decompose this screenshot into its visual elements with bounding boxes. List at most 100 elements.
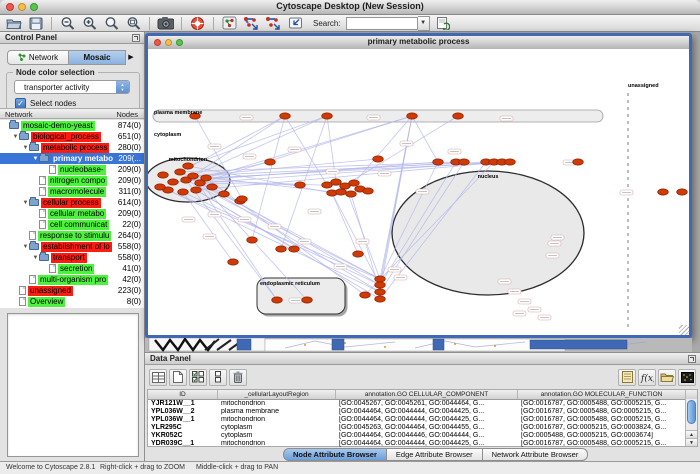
graph-node[interactable] — [360, 292, 371, 298]
graph-edge[interactable] — [412, 116, 438, 162]
table-row[interactable]: YPL036W__2plasma membrane[GO:0044464, GO… — [148, 408, 697, 416]
tab-edge-attribute-browser[interactable]: Edge Attribute Browser — [387, 448, 483, 461]
table-cell[interactable]: [GO:0044464, GO:0044446, GO:0044444, G..… — [336, 432, 518, 440]
attribute-editor-icon[interactable] — [618, 369, 636, 386]
birds-eye-view[interactable] — [7, 313, 139, 457]
graph-node[interactable] — [289, 246, 300, 252]
save-icon[interactable] — [27, 16, 44, 31]
table-column-header[interactable]: _cellularLayoutRegion — [218, 390, 336, 399]
tab-mosaic[interactable]: Mosaic — [69, 50, 126, 65]
graph-node[interactable] — [459, 159, 470, 165]
graph-node[interactable] — [573, 159, 584, 165]
graph-node[interactable] — [346, 191, 357, 197]
table-cell[interactable]: [GO:0016787, GO:0005488, GO:0005215, G..… — [518, 400, 686, 408]
table-cell[interactable]: [GO:0016787, GO:0005488, GO:0005215, G..… — [518, 440, 686, 448]
graph-node[interactable] — [505, 159, 516, 165]
graph-node[interactable] — [280, 113, 291, 119]
graph-node[interactable] — [353, 251, 364, 257]
table-cell[interactable]: [GO:0044464, GO:0044444, GO:0044425, G..… — [336, 408, 518, 416]
graph-node[interactable] — [407, 113, 418, 119]
table-column-header[interactable]: annotation.GO CELLULAR_COMPONENT — [336, 390, 518, 399]
graph-node[interactable] — [272, 297, 283, 303]
graph-edge[interactable] — [168, 190, 380, 292]
zoom-fit-icon[interactable] — [103, 16, 120, 31]
tree-row[interactable]: ▼transport558(0) — [0, 252, 144, 263]
graph-node[interactable] — [373, 156, 384, 162]
zoom-selected-icon[interactable] — [125, 16, 142, 31]
tree-row[interactable]: multi-organism pro42(0) — [0, 274, 144, 285]
table-cell[interactable]: mitochondrion — [218, 416, 336, 424]
graph-node[interactable] — [336, 189, 347, 195]
tree-row[interactable]: nucleobase-209(0) — [0, 164, 144, 175]
resize-grip[interactable] — [679, 325, 689, 335]
network-view-window[interactable]: primary metabolic process plasma membran… — [145, 33, 692, 338]
background-window-fragment[interactable] — [265, 339, 565, 351]
float-data-panel-icon[interactable] — [688, 355, 696, 363]
table-column-header[interactable]: ID — [148, 390, 218, 399]
graph-node[interactable] — [168, 179, 179, 185]
graph-node[interactable] — [201, 175, 212, 181]
tree-row[interactable]: secretion41(0) — [0, 263, 144, 274]
network-overlay-icon[interactable] — [221, 16, 238, 31]
table-row[interactable]: YKR052Ccytoplasm[GO:0044464, GO:0044446,… — [148, 432, 697, 440]
tree-row[interactable]: ▼establishment of lo558(0) — [0, 241, 144, 252]
graph-node[interactable] — [158, 172, 169, 178]
graph-node[interactable] — [331, 179, 342, 185]
import-attributes-icon[interactable] — [658, 369, 676, 386]
graph-node[interactable] — [178, 189, 189, 195]
layout-arrows-icon-1[interactable] — [243, 16, 260, 31]
float-panel-icon[interactable] — [132, 34, 140, 42]
attribute-wizard-icon[interactable] — [435, 16, 452, 31]
scrollbar-thumb[interactable] — [687, 400, 696, 424]
tree-row[interactable]: macromolecule311(0) — [0, 186, 144, 197]
graph-node[interactable] — [265, 159, 276, 165]
tab-network-attribute-browser[interactable]: Network Attribute Browser — [483, 448, 589, 461]
graph-node[interactable] — [207, 184, 218, 190]
table-cell[interactable]: [GO:0044464, GO:0044444, GO:0044425, G..… — [336, 440, 518, 448]
tree-row[interactable]: Overview8(0) — [0, 296, 144, 307]
tree-row[interactable]: unassigned223(0) — [0, 285, 144, 296]
table-cell[interactable]: plasma membrane — [218, 408, 336, 416]
tree-row[interactable]: mosaic-demo-yeast874(0) — [0, 120, 144, 131]
table-scrollbar[interactable]: ▲ ▼ — [685, 399, 697, 446]
table-cell[interactable]: [GO:0016787, GO:0005488, GO:0005215, G..… — [518, 408, 686, 416]
disclosure-triangle-icon[interactable]: ▼ — [12, 134, 19, 140]
table-row[interactable]: YJR121W__1mitochondrion[GO:0045267, GO:0… — [148, 400, 697, 408]
table-row[interactable]: YLR295Ccytoplasm[GO:0045263, GO:0044464,… — [148, 424, 697, 432]
graph-node[interactable] — [322, 113, 333, 119]
graph-node[interactable] — [349, 180, 360, 186]
table-cell[interactable]: cytoplasm — [218, 424, 336, 432]
graph-node[interactable] — [375, 296, 386, 302]
tree-row[interactable]: cellular metabo209(0) — [0, 208, 144, 219]
import-network-icon[interactable] — [287, 16, 304, 31]
mosaic-matrix-icon[interactable] — [678, 369, 696, 386]
table-row[interactable]: YDR039C__1mitochondrion[GO:0044464, GO:0… — [148, 440, 697, 448]
zoom-in-icon[interactable] — [81, 16, 98, 31]
table-cell[interactable]: YPL036W__2 — [148, 408, 218, 416]
function-builder-icon[interactable]: f(x) — [638, 369, 656, 386]
graph-node[interactable] — [295, 182, 306, 188]
graph-node[interactable] — [175, 169, 186, 175]
delete-attribute-icon[interactable] — [229, 369, 247, 386]
disclosure-triangle-icon[interactable]: ▼ — [22, 200, 29, 206]
table-cell[interactable]: mitochondrion — [218, 400, 336, 408]
table-cell[interactable]: YPL036W__1 — [148, 416, 218, 424]
table-cell[interactable]: YKR052C — [148, 432, 218, 440]
table-cell[interactable]: cytoplasm — [218, 432, 336, 440]
disclosure-triangle-icon[interactable]: ▼ — [22, 145, 29, 151]
tab-overflow-arrow[interactable]: ▶ — [126, 53, 136, 61]
table-row[interactable]: YPL036W__1mitochondrion[GO:0044464, GO:0… — [148, 416, 697, 424]
graph-node[interactable] — [363, 188, 374, 194]
zoom-out-icon[interactable] — [59, 16, 76, 31]
open-icon[interactable] — [5, 16, 22, 31]
help-icon[interactable] — [189, 16, 206, 31]
disclosure-triangle-icon[interactable]: ▼ — [32, 156, 39, 162]
tree-row[interactable]: ▼metabolic process280(0) — [0, 142, 144, 153]
graph-node[interactable] — [183, 163, 194, 169]
table-cell[interactable]: [GO:0005488, GO:0005215, GO:0003674] — [518, 432, 686, 440]
table-cell[interactable]: mitochondrion — [218, 440, 336, 448]
table-cell[interactable]: [GO:0045267, GO:0045261, GO:0044464, G..… — [336, 400, 518, 408]
search-input[interactable] — [346, 17, 418, 30]
tab-node-attribute-browser[interactable]: Node Attribute Browser — [283, 448, 387, 461]
network-canvas[interactable]: plasma membranecytoplasmmitochondrionnuc… — [148, 49, 689, 335]
